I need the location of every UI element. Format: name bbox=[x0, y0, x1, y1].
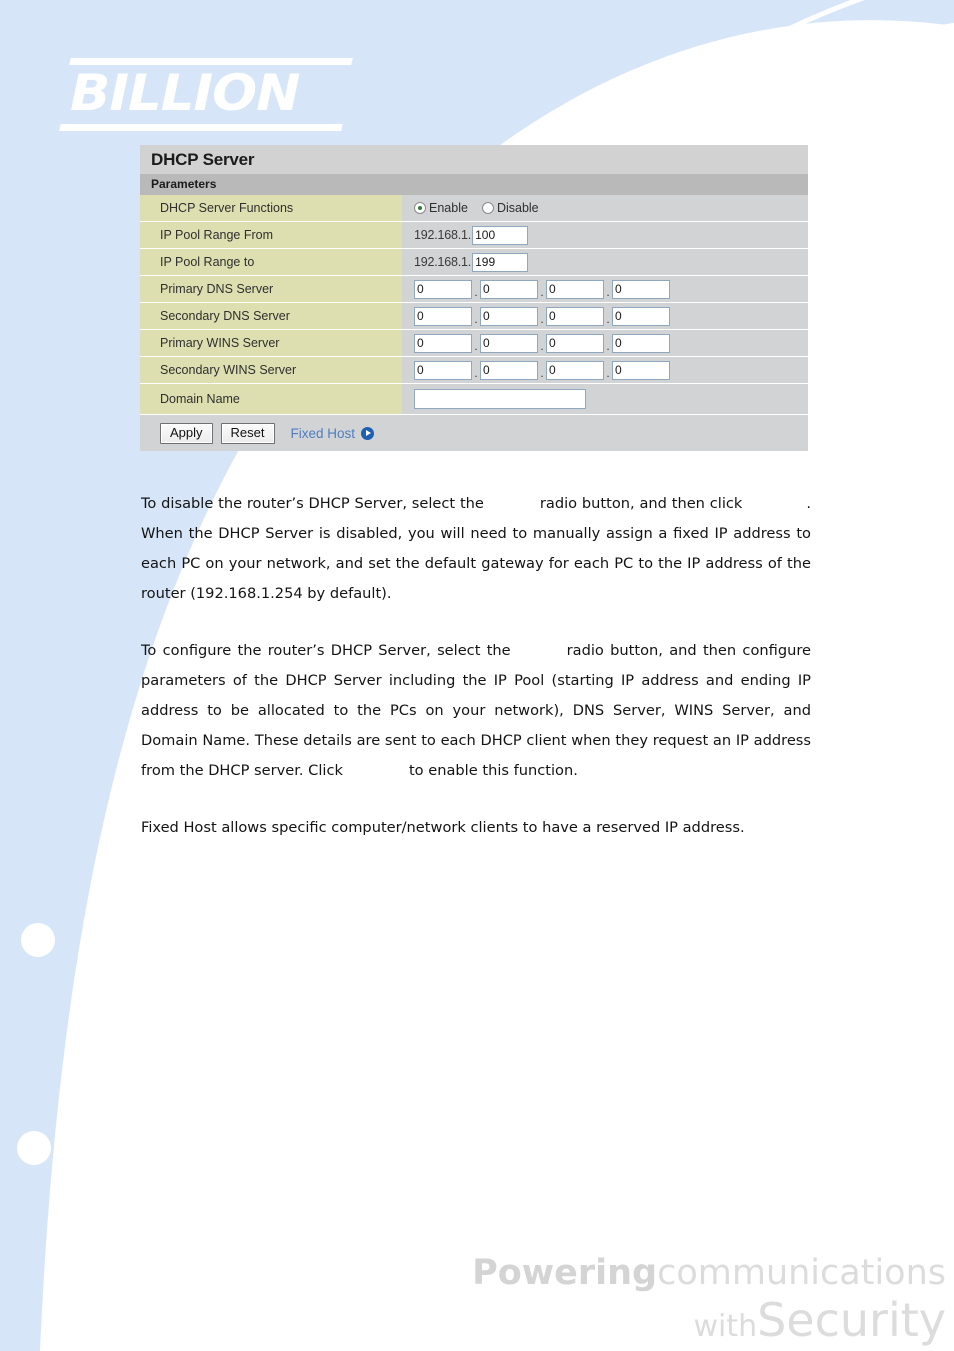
octet-separator: . bbox=[474, 338, 478, 353]
primary-wins-octet-3[interactable] bbox=[546, 333, 604, 353]
footer-communications: communications bbox=[657, 1253, 946, 1293]
row-value: 192.168.1. bbox=[402, 222, 808, 248]
footer-powering: Powering bbox=[472, 1253, 658, 1293]
radio-enable-label: Enable bbox=[429, 201, 468, 215]
ip-pool-from-input[interactable] bbox=[472, 225, 529, 245]
dhcp-functions-radio-group: Enable Disable bbox=[414, 201, 539, 215]
octet-separator: . bbox=[540, 311, 544, 326]
panel-action-bar: Apply Reset Fixed Host bbox=[140, 415, 808, 451]
logo-wordmark: BILLION bbox=[70, 64, 300, 122]
ip-pool-to-input[interactable] bbox=[472, 252, 529, 272]
primary-dns-octet-1[interactable] bbox=[414, 279, 472, 299]
primary-wins-octet-1[interactable] bbox=[414, 333, 472, 353]
row-label: IP Pool Range to bbox=[140, 249, 402, 275]
manual-body-text: To disable the router’s DHCP Server, sel… bbox=[141, 489, 811, 870]
primary-wins-octet-4[interactable] bbox=[612, 333, 670, 353]
row-secondary-wins-server: Secondary WINS Server . . . bbox=[140, 357, 808, 384]
row-primary-wins-server: Primary WINS Server . . . bbox=[140, 330, 808, 357]
ip-pool-to-prefix: 192.168.1. bbox=[414, 255, 472, 269]
paragraph-fixed-host: Fixed Host allows specific computer/netw… bbox=[141, 819, 745, 836]
secondary-wins-octet-group: . . . bbox=[414, 360, 670, 380]
secondary-dns-octet-1[interactable] bbox=[414, 306, 472, 326]
secondary-wins-octet-2[interactable] bbox=[480, 360, 538, 380]
row-label: Primary DNS Server bbox=[140, 276, 402, 302]
secondary-wins-octet-3[interactable] bbox=[546, 360, 604, 380]
paragraph-disable-dhcp: To disable the router’s DHCP Server, sel… bbox=[141, 489, 811, 609]
footer-security: Security bbox=[757, 1293, 946, 1347]
row-label: Domain Name bbox=[140, 384, 402, 414]
octet-separator: . bbox=[474, 311, 478, 326]
footer-line-1: Poweringcommunications bbox=[472, 1256, 946, 1291]
footer-with: with bbox=[693, 1309, 758, 1344]
para2-part-c: to enable this function. bbox=[408, 762, 578, 779]
row-value: . . . bbox=[402, 357, 808, 383]
secondary-wins-octet-4[interactable] bbox=[612, 360, 670, 380]
para1-part-a: To disable the router’s DHCP Server, sel… bbox=[141, 495, 484, 512]
para1-part-b: radio button, and then click bbox=[539, 495, 743, 512]
octet-separator: . bbox=[540, 338, 544, 353]
octet-separator: . bbox=[606, 338, 610, 353]
panel-title: DHCP Server bbox=[140, 145, 808, 174]
row-label: Primary WINS Server bbox=[140, 330, 402, 356]
octet-separator: . bbox=[606, 311, 610, 326]
row-primary-dns-server: Primary DNS Server . . . bbox=[140, 276, 808, 303]
primary-dns-octet-4[interactable] bbox=[612, 279, 670, 299]
octet-separator: . bbox=[540, 365, 544, 380]
primary-wins-octet-group: . . . bbox=[414, 333, 670, 353]
row-secondary-dns-server: Secondary DNS Server . . . bbox=[140, 303, 808, 330]
ip-pool-from-prefix: 192.168.1. bbox=[414, 228, 472, 242]
octet-separator: . bbox=[606, 284, 610, 299]
radio-disable-icon[interactable] bbox=[481, 202, 494, 214]
para2-part-a: To configure the router’s DHCP Server, s… bbox=[141, 642, 511, 659]
row-ip-pool-range-to: IP Pool Range to 192.168.1. bbox=[140, 249, 808, 276]
secondary-dns-octet-2[interactable] bbox=[480, 306, 538, 326]
row-ip-pool-range-from: IP Pool Range From 192.168.1. bbox=[140, 222, 808, 249]
octet-separator: . bbox=[474, 284, 478, 299]
row-dhcp-server-functions: DHCP Server Functions Enable Disable bbox=[140, 195, 808, 222]
octet-separator: . bbox=[474, 365, 478, 380]
secondary-dns-octet-group: . . . bbox=[414, 306, 670, 326]
primary-dns-octet-group: . . . bbox=[414, 279, 670, 299]
secondary-wins-octet-1[interactable] bbox=[414, 360, 472, 380]
radio-option-enable[interactable]: Enable bbox=[414, 201, 468, 215]
fixed-host-link[interactable]: Fixed Host bbox=[291, 426, 375, 441]
row-value: 192.168.1. bbox=[402, 249, 808, 275]
secondary-dns-octet-4[interactable] bbox=[612, 306, 670, 326]
row-value bbox=[402, 384, 808, 414]
octet-separator: . bbox=[540, 284, 544, 299]
fixed-host-label: Fixed Host bbox=[290, 425, 356, 441]
apply-button[interactable]: Apply bbox=[160, 422, 213, 444]
arrow-right-circle-icon bbox=[361, 426, 375, 440]
radio-disable-label: Disable bbox=[496, 201, 539, 215]
row-value: Enable Disable bbox=[402, 195, 808, 221]
domain-name-input[interactable] bbox=[414, 389, 586, 409]
primary-wins-octet-2[interactable] bbox=[480, 333, 538, 353]
row-label: DHCP Server Functions bbox=[140, 195, 402, 221]
primary-dns-octet-3[interactable] bbox=[546, 279, 604, 299]
row-value: . . . bbox=[402, 330, 808, 356]
row-label: Secondary WINS Server bbox=[140, 357, 402, 383]
para2-part-b: radio button, and then configure paramet… bbox=[141, 642, 811, 779]
radio-option-disable[interactable]: Disable bbox=[481, 201, 539, 215]
footer-tagline: Poweringcommunications withSecurity bbox=[472, 1256, 946, 1344]
footer-line-2: withSecurity bbox=[472, 1297, 946, 1343]
reset-button[interactable]: Reset bbox=[220, 422, 275, 444]
row-label: Secondary DNS Server bbox=[140, 303, 402, 329]
row-label: IP Pool Range From bbox=[140, 222, 402, 248]
octet-separator: . bbox=[606, 365, 610, 380]
secondary-dns-octet-3[interactable] bbox=[546, 306, 604, 326]
row-value: . . . bbox=[402, 303, 808, 329]
panel-subtitle-parameters: Parameters bbox=[140, 174, 808, 195]
dhcp-server-panel: DHCP Server Parameters DHCP Server Funct… bbox=[140, 145, 808, 451]
primary-dns-octet-2[interactable] bbox=[480, 279, 538, 299]
radio-enable-icon[interactable] bbox=[414, 202, 426, 214]
row-value: . . . bbox=[402, 276, 808, 302]
logo-bar-bottom bbox=[59, 124, 343, 131]
paragraph-configure-dhcp: To configure the router’s DHCP Server, s… bbox=[141, 636, 811, 786]
billion-logo: BILLION bbox=[59, 52, 353, 136]
row-domain-name: Domain Name bbox=[140, 384, 808, 415]
